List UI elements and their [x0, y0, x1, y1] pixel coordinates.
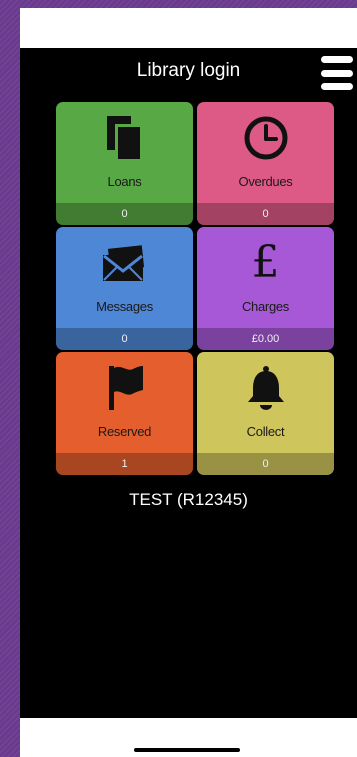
tile-count: 1 [56, 453, 193, 475]
overdues-tile[interactable]: Overdues 0 [197, 102, 334, 225]
messages-tile[interactable]: Messages 0 [56, 227, 193, 350]
tile-label: Messages [96, 299, 153, 314]
tile-count: £0.00 [197, 328, 334, 350]
user-id-label: TEST (R12345) [129, 490, 248, 509]
collect-tile[interactable]: Collect 0 [197, 352, 334, 475]
charges-tile[interactable]: £ Charges £0.00 [197, 227, 334, 350]
flag-icon [108, 366, 143, 410]
pound-icon: £ [251, 237, 280, 288]
tile-label: Loans [107, 174, 142, 189]
hamburger-menu-icon [321, 56, 353, 63]
tile-count: 0 [56, 203, 193, 225]
home-indicator[interactable] [134, 748, 240, 752]
tile-label: Collect [246, 424, 285, 439]
loans-tile[interactable]: Loans 0 [56, 102, 193, 225]
app-screen: Library login Loans 0 Overdues 0 Message… [20, 8, 357, 757]
reserved-tile[interactable]: Reserved 1 [56, 352, 193, 475]
tile-count: 0 [56, 328, 193, 350]
bell-icon [247, 366, 284, 410]
tile-count: 0 [197, 203, 334, 225]
clock-icon [244, 116, 287, 160]
tile-label: Charges [241, 299, 290, 314]
tile-count: 0 [197, 453, 334, 475]
envelope-icon [102, 245, 144, 281]
bottom-bar [20, 718, 357, 757]
documents-icon [106, 116, 141, 160]
status-bar [20, 8, 357, 48]
menu-button[interactable] [321, 56, 355, 90]
tile-label: Reserved [97, 424, 152, 439]
tile-label: Overdues [238, 174, 293, 189]
dashboard-tiles: Loans 0 Overdues 0 Messages 0 £ Charges … [56, 102, 334, 475]
page-title: Library login [136, 60, 241, 81]
